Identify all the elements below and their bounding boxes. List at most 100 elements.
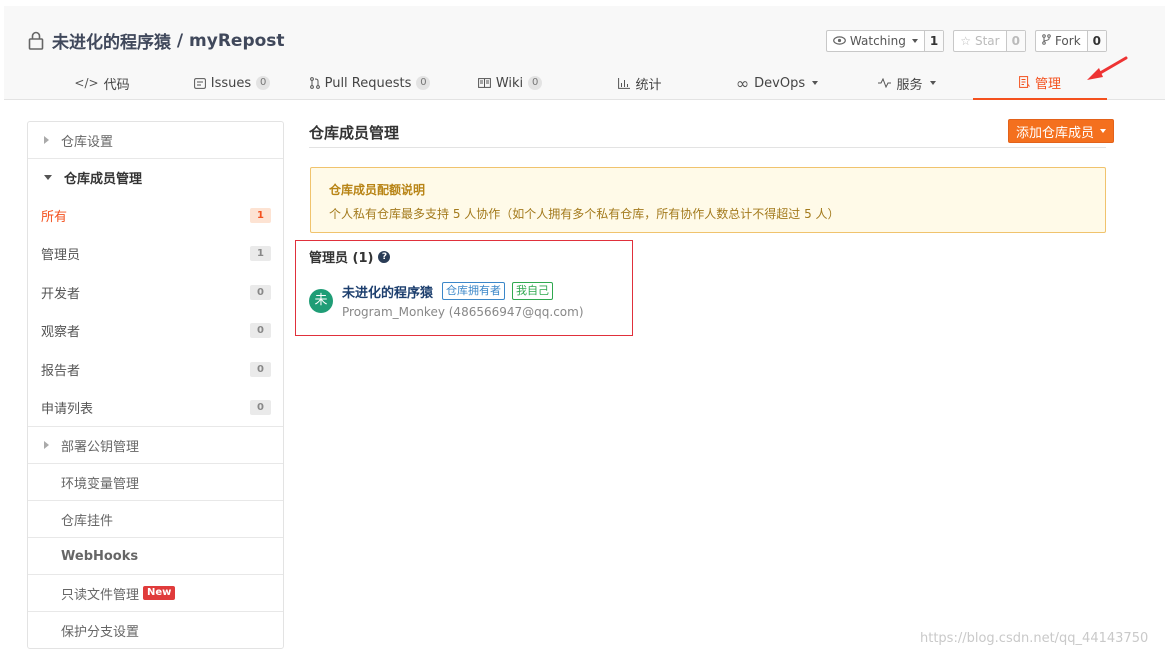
fork-label: Fork — [1054, 34, 1081, 48]
sidebar-item-deploy-keys[interactable]: 部署公钥管理 — [28, 427, 283, 464]
sidebar-item-label: 环境变量管理 — [61, 476, 140, 492]
tab-label: Wiki — [495, 75, 524, 91]
member-filter-all[interactable]: 所有 1 — [28, 196, 283, 235]
tab-wiki[interactable]: Wiki 0 — [460, 66, 560, 100]
filter-count-badge: 0 — [250, 323, 271, 339]
watch-count[interactable]: 1 — [924, 31, 944, 51]
annotation-arrow-manage — [1087, 56, 1128, 80]
watch-label: Watching — [849, 34, 906, 48]
tab-label: Issues — [210, 75, 252, 91]
star-button[interactable]: ☆ Star 0 — [953, 30, 1026, 52]
pull-request-icon — [309, 77, 320, 89]
member-filter-admins[interactable]: 管理员 1 — [28, 235, 283, 274]
sidebar-item-label: 仓库挂件 — [61, 513, 114, 529]
tab-badge: 0 — [528, 76, 543, 90]
sidebar-item-protected-branches[interactable]: 保护分支设置 — [28, 612, 283, 649]
filter-count-badge: 0 — [250, 399, 271, 415]
filter-label: 管理员 — [41, 248, 81, 264]
sidebar-item-label: 仓库成员管理 — [64, 172, 143, 187]
chart-icon — [618, 77, 631, 89]
pulse-icon — [878, 78, 892, 88]
member-filter-requests[interactable]: 申请列表 0 — [28, 389, 283, 427]
repo-actions: Watching 1 ☆ Star 0 Fork 0 — [825, 30, 1107, 52]
filter-count-badge: 0 — [250, 284, 271, 300]
repo-tabs: </> 代码 Issues 0 Pull Requests 0 Wiki 0 统… — [4, 66, 1165, 100]
sidebar-item-readonly-files[interactable]: 只读文件管理 New — [28, 575, 283, 612]
filter-label: 所有 — [41, 209, 68, 225]
settings-sidebar: 仓库设置 仓库成员管理 所有 1 管理员 1 开发者 0 观察者 0 报告者 0… — [27, 121, 284, 649]
star-count[interactable]: 0 — [1006, 31, 1025, 51]
star-icon: ☆ — [960, 34, 971, 48]
member-filter-observers[interactable]: 观察者 0 — [28, 312, 283, 351]
sidebar-item-label: 仓库设置 — [61, 134, 114, 150]
filter-label: 观察者 — [41, 325, 81, 341]
repo-owner-link[interactable]: 未进化的程序猿 — [52, 28, 171, 53]
tab-pull-requests[interactable]: Pull Requests 0 — [300, 66, 440, 100]
member-account: Program_Monkey (486566947@qq.com) — [342, 305, 584, 319]
repo-title: 未进化的程序猿 / myRepost — [28, 28, 285, 53]
repo-name-link[interactable]: myRepost — [189, 31, 285, 51]
member-name-link[interactable]: 未进化的程序猿 — [342, 282, 433, 301]
admin-members-section: 管理员 (1) ? 未 未进化的程序猿 仓库拥有者 我自己 Program_Mo… — [295, 240, 633, 336]
chevron-down-icon — [911, 39, 918, 43]
tab-label: Pull Requests — [324, 75, 412, 91]
repo-header: 未进化的程序猿 / myRepost Watching 1 ☆ Star 0 F… — [4, 6, 1165, 100]
members-heading: 管理员 (1) ? — [309, 247, 391, 266]
fork-count[interactable]: 0 — [1087, 31, 1106, 51]
tab-label: 管理 — [1034, 76, 1061, 92]
caret-down-icon — [44, 175, 52, 180]
caret-right-icon — [44, 441, 49, 449]
sidebar-item-label: 部署公钥管理 — [61, 439, 140, 455]
filter-count-badge: 1 — [250, 207, 271, 223]
tab-label: DevOps — [754, 75, 806, 91]
tab-badge: 0 — [416, 76, 431, 90]
code-icon: </> — [74, 76, 99, 90]
self-badge: 我自己 — [512, 282, 553, 300]
fork-icon — [1042, 34, 1051, 48]
help-icon[interactable]: ? — [378, 250, 391, 263]
filter-count-badge: 0 — [250, 361, 271, 377]
add-member-button[interactable]: 添加仓库成员 — [1008, 119, 1115, 143]
title-divider — [309, 147, 1106, 148]
lock-icon — [28, 31, 46, 51]
filter-label: 申请列表 — [41, 401, 94, 417]
member-filter-reporters[interactable]: 报告者 0 — [28, 350, 283, 389]
members-heading-label: 管理员 (1) — [309, 251, 374, 266]
tab-label: 统计 — [635, 77, 662, 93]
watch-button[interactable]: Watching 1 — [825, 30, 945, 52]
eye-icon — [833, 34, 846, 48]
sidebar-item-widgets[interactable]: 仓库挂件 — [28, 501, 283, 538]
sidebar-item-env-vars[interactable]: 环境变量管理 — [28, 464, 283, 501]
chevron-down-icon — [812, 81, 819, 85]
chevron-down-icon — [929, 81, 936, 85]
add-member-label: 添加仓库成员 — [1016, 125, 1095, 141]
filter-label: 开发者 — [41, 286, 81, 302]
page-title: 仓库成员管理 — [309, 124, 400, 142]
issues-icon — [193, 77, 206, 89]
sidebar-item-repo-settings[interactable]: 仓库设置 — [28, 122, 283, 159]
star-label: Star — [974, 34, 1000, 48]
new-badge: New — [143, 586, 176, 600]
filter-count-badge: 1 — [250, 246, 271, 262]
member-filter-developers[interactable]: 开发者 0 — [28, 273, 283, 312]
tab-stats[interactable]: 统计 — [590, 66, 690, 100]
tab-code[interactable]: </> 代码 — [52, 66, 152, 100]
sidebar-item-member-manage[interactable]: 仓库成员管理 — [28, 159, 283, 196]
fork-button[interactable]: Fork 0 — [1034, 30, 1107, 52]
repo-separator: / — [171, 30, 190, 51]
tab-devops[interactable]: ∞ DevOps — [722, 66, 832, 100]
avatar[interactable]: 未 — [309, 289, 333, 313]
manage-icon — [1019, 76, 1030, 88]
notice-title: 仓库成员配额说明 — [329, 183, 426, 197]
quota-notice: 仓库成员配额说明 个人私有仓库最多支持 5 人协作（如个人拥有多个私有仓库，所有… — [310, 167, 1106, 233]
tab-badge: 0 — [256, 76, 271, 90]
tab-services[interactable]: 服务 — [862, 66, 952, 100]
tab-label: 服务 — [896, 77, 923, 93]
sidebar-item-webhooks[interactable]: WebHooks — [28, 538, 283, 575]
tab-label: 代码 — [103, 77, 130, 93]
sidebar-item-label: WebHooks — [61, 548, 139, 564]
chevron-down-icon — [1100, 129, 1107, 133]
notice-text: 个人私有仓库最多支持 5 人协作（如个人拥有多个私有仓库，所有协作人数总计不得超… — [329, 207, 840, 221]
tab-issues[interactable]: Issues 0 — [172, 66, 292, 100]
infinity-icon: ∞ — [735, 73, 750, 93]
